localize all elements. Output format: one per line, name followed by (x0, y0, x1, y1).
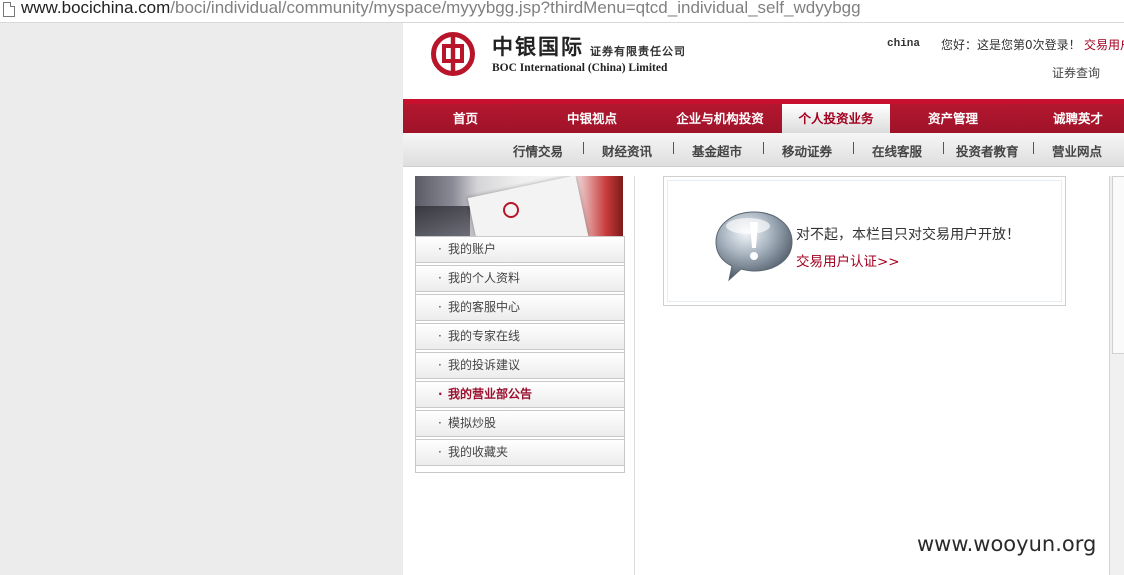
sidebar-item-service-center[interactable]: 我的客服中心 (416, 294, 624, 320)
nav-boci-view[interactable]: 中银视点 (537, 104, 647, 133)
brand-name-cn: 中银国际 (492, 34, 584, 59)
access-notice-box: 对不起，本栏目只对交易用户开放！ 交易用户认证>> (663, 176, 1066, 306)
subnav-investor-education[interactable]: 投资者教育 (956, 141, 1019, 160)
trade-user-link[interactable]: 交易用户 (1084, 36, 1124, 53)
info-bubble-icon (715, 211, 793, 282)
subnav-branches[interactable]: 营业网点 (1052, 141, 1102, 160)
nav-asset-management[interactable]: 资产管理 (898, 104, 1008, 133)
subnav-divider (673, 142, 674, 154)
subnav-fund-market[interactable]: 基金超市 (692, 141, 742, 160)
sidebar-item-branch-notices[interactable]: 我的营业部公告 (416, 381, 624, 407)
access-denied-message: 对不起，本栏目只对交易用户开放！ (796, 227, 1020, 243)
securities-query-link[interactable]: 证券查询 (1052, 64, 1100, 81)
address-bar[interactable]: www.bocichina.com/boci/individual/commun… (0, 0, 1124, 23)
nav-corporate-investment[interactable]: 企业与机构投资 (665, 104, 775, 133)
subnav-divider (763, 142, 764, 154)
sidebar-item-my-profile[interactable]: 我的个人资料 (416, 265, 624, 291)
sub-nav: 行情交易 财经资讯 基金超市 移动证券 在线客服 投资者教育 营业网点 (403, 133, 1124, 167)
nav-careers[interactable]: 诚聘英才 (1023, 104, 1124, 133)
nav-personal-investment[interactable]: 个人投资业务 (782, 104, 890, 133)
sidebar-item-favorites[interactable]: 我的收藏夹 (416, 439, 624, 465)
sidebar-item-simulated-trading[interactable]: 模拟炒股 (416, 410, 624, 436)
watermark-text: www.wooyun.org (917, 532, 1097, 556)
nav-home[interactable]: 首页 (423, 104, 508, 133)
subnav-financial-news[interactable]: 财经资讯 (602, 141, 652, 160)
brand-name-en: BOC International (China) Limited (492, 62, 668, 74)
sidebar-item-expert-online[interactable]: 我的专家在线 (416, 323, 624, 349)
page-container: 中银国际 证券有限责任公司 BOC International (China) … (403, 23, 1124, 575)
page-icon (3, 2, 15, 17)
trade-user-auth-link[interactable]: 交易用户认证>> (796, 250, 900, 270)
sidebar-item-complaints[interactable]: 我的投诉建议 (416, 352, 624, 378)
right-panel-edge (1109, 176, 1124, 575)
column-divider (634, 176, 635, 575)
language-switch[interactable]: china (887, 38, 920, 50)
subnav-market-trading[interactable]: 行情交易 (513, 141, 563, 160)
subnav-divider (943, 142, 944, 154)
sidebar-item-my-account[interactable]: 我的账户 (416, 236, 624, 262)
sidebar-banner-image (415, 176, 623, 236)
subnav-divider (853, 142, 854, 154)
subnav-online-service[interactable]: 在线客服 (872, 141, 922, 160)
login-greeting: 您好：这是您第0次登录！ (941, 38, 1081, 52)
address-url[interactable]: www.bocichina.com/boci/individual/commun… (21, 0, 861, 18)
subnav-mobile-securities[interactable]: 移动证券 (782, 141, 832, 160)
sidebar-menu: 我的账户 我的个人资料 我的客服中心 我的专家在线 我的投诉建议 我的营业部公告… (415, 236, 625, 473)
subnav-divider (583, 142, 584, 154)
main-nav: 首页 中银视点 企业与机构投资 个人投资业务 资产管理 诚聘英才 (403, 99, 1124, 133)
boc-logo-icon[interactable] (430, 31, 476, 77)
brand-name-cn-sub: 证券有限责任公司 (590, 45, 686, 58)
subnav-divider (1033, 142, 1034, 154)
